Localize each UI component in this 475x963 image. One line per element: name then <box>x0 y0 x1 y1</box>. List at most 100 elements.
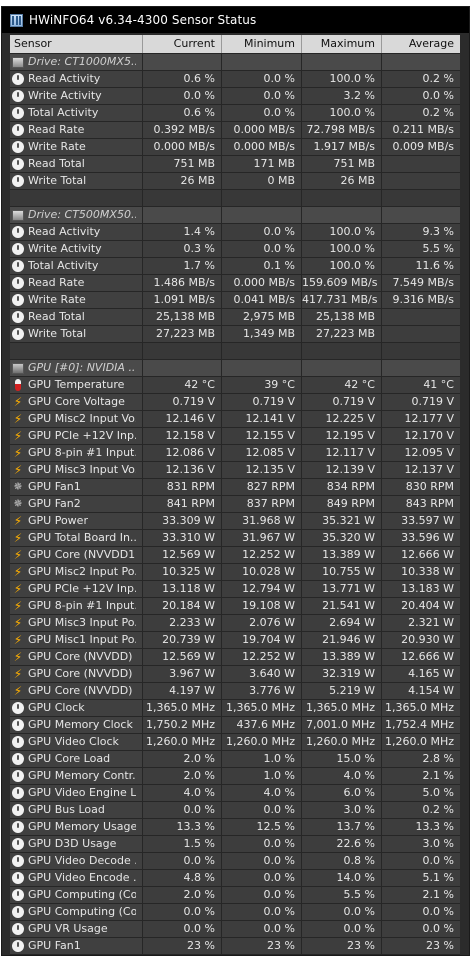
maximum-value: 35.321 W <box>301 513 381 529</box>
table-row[interactable]: GPU Video Encode ... 4.8 % 0.0 % 14.0 % 5.1 … <box>10 870 460 887</box>
average-value: 0.2 % <box>381 71 460 87</box>
column-header-current[interactable]: Current <box>142 35 221 53</box>
bolt-icon: ⚡ <box>13 667 23 681</box>
table-row[interactable]: ⚡ GPU Misc3 Input Po... 2.233 W 2.076 W 2.69… <box>10 615 460 632</box>
maximum-value: 3.2 % <box>301 88 381 104</box>
current-value <box>142 207 221 223</box>
table-row[interactable]: Write Total 27,223 MB 1,349 MB 27,223 MB <box>10 326 460 343</box>
table-row[interactable]: ⚡ GPU PCIe +12V Inp... 13.118 W 12.794 W 13.… <box>10 581 460 598</box>
sensor-label: GPU Core (NVVDD) ... <box>28 684 136 697</box>
table-row[interactable]: ⚡ GPU 8-pin #1 Input... 12.086 V 12.085 V 12… <box>10 445 460 462</box>
current-value: 20.184 W <box>142 598 221 614</box>
table-row[interactable]: GPU Video Decode ... 0.0 % 0.0 % 0.8 % 0.0 % <box>10 853 460 870</box>
table-row[interactable]: ⚡ GPU PCIe +12V Inp... 12.158 V 12.155 V 12.… <box>10 428 460 445</box>
table-row[interactable]: ⚡ GPU Core (NVVDD) ... 4.197 W 3.776 W 5.219… <box>10 683 460 700</box>
sensor-cell: Read Total <box>10 309 142 325</box>
minimum-value: 1.0 % <box>221 768 301 784</box>
column-header-sensor[interactable]: Sensor <box>10 35 142 53</box>
table-row[interactable]: Read Rate 0.392 MB/s 0.000 MB/s 72.798 MB/s… <box>10 122 460 139</box>
sensor-label: GPU Total Board In... <box>28 531 136 544</box>
sensor-cell: GPU Memory Clock <box>10 717 142 733</box>
table-row[interactable]: ⚡ GPU Misc3 Input Vo... 12.136 V 12.135 V 12… <box>10 462 460 479</box>
maximum-value: 1,260.0 MHz <box>301 734 381 750</box>
average-value: 2.321 W <box>381 615 460 631</box>
average-value: 0.719 V <box>381 394 460 410</box>
sensor-group-row[interactable]: Drive: CT1000MX5... <box>10 54 460 71</box>
average-value: 0.009 MB/s <box>381 139 460 155</box>
table-row[interactable]: GPU Clock 1,365.0 MHz 1,365.0 MHz 1,365.0 M… <box>10 700 460 717</box>
clock-icon <box>12 277 24 289</box>
sensor-label: Total Activity <box>28 259 99 272</box>
average-value: 843 RPM <box>381 496 460 512</box>
table-row[interactable]: Read Total 25,138 MB 2,975 MB 25,138 MB <box>10 309 460 326</box>
table-row[interactable]: ⚡ GPU Core (NVVDD) ... 12.569 W 12.252 W 13.… <box>10 649 460 666</box>
sensor-group-row[interactable]: Drive: CT500MX50... <box>10 207 460 224</box>
table-row[interactable]: GPU Memory Contr... 2.0 % 1.0 % 4.0 % 2.1 % <box>10 768 460 785</box>
table-row[interactable]: ⚡ GPU Core (NVVDD) ... 3.967 W 3.640 W 32.31… <box>10 666 460 683</box>
table-row[interactable]: GPU Video Clock 1,260.0 MHz 1,260.0 MHz 1,2… <box>10 734 460 751</box>
table-row[interactable]: GPU Core Load 2.0 % 1.0 % 15.0 % 2.8 % <box>10 751 460 768</box>
clock-icon <box>12 158 24 170</box>
sensor-label: Read Total <box>28 157 85 170</box>
clock-icon <box>12 804 24 816</box>
table-row[interactable]: ⚡ GPU Misc1 Input Po... 20.739 W 19.704 W 21… <box>10 632 460 649</box>
table-row[interactable]: GPU Memory Usage 13.3 % 12.5 % 13.7 % 13.3 % <box>10 819 460 836</box>
sensor-cell: Read Activity <box>10 71 142 87</box>
table-row[interactable]: ⚡ GPU Power 33.309 W 31.968 W 35.321 W 33.597… <box>10 513 460 530</box>
minimum-value <box>221 190 301 206</box>
table-row[interactable]: ⚡ GPU Total Board In... 33.310 W 31.967 W 35… <box>10 530 460 547</box>
table-row[interactable]: Read Total 751 MB 171 MB 751 MB <box>10 156 460 173</box>
table-row[interactable]: GPU D3D Usage 1.5 % 0.0 % 22.6 % 3.0 % <box>10 836 460 853</box>
table-row[interactable]: ⚡ GPU 8-pin #1 Input... 20.184 W 19.108 W 21… <box>10 598 460 615</box>
table-row[interactable]: GPU Fan1 23 % 23 % 23 % 23 % <box>10 938 460 955</box>
table-row[interactable]: GPU Memory Clock 1,750.2 MHz 437.6 MHz 7,00… <box>10 717 460 734</box>
table-row[interactable]: Write Rate 0.000 MB/s 0.000 MB/s 1.917 MB/s… <box>10 139 460 156</box>
table-row[interactable]: ✵ GPU Fan1 831 RPM 827 RPM 834 RPM 830 RPM <box>10 479 460 496</box>
table-row[interactable]: GPU Bus Load 0.0 % 0.0 % 3.0 % 0.2 % <box>10 802 460 819</box>
current-value: 26 MB <box>142 173 221 189</box>
maximum-value: 0.8 % <box>301 853 381 869</box>
table-row[interactable]: Read Rate 1.486 MB/s 0.000 MB/s 159.609 MB/… <box>10 275 460 292</box>
sensor-label: GPU Temperature <box>28 378 125 391</box>
average-value: 33.597 W <box>381 513 460 529</box>
table-row[interactable]: Write Activity 0.3 % 0.0 % 100.0 % 5.5 % <box>10 241 460 258</box>
table-row[interactable]: GPU Temperature 42 °C 39 °C 42 °C 41 °C <box>10 377 460 394</box>
table-row[interactable]: Read Activity 1.4 % 0.0 % 100.0 % 9.3 % <box>10 224 460 241</box>
title-bar[interactable]: HWiNFO64 v6.34-4300 Sensor Status <box>2 7 469 33</box>
average-value: 0.2 % <box>381 105 460 121</box>
column-header-minimum[interactable]: Minimum <box>221 35 301 53</box>
drive-icon <box>12 56 24 68</box>
table-row[interactable]: ⚡ GPU Core (NVVDD1... 12.569 W 12.252 W 13.3… <box>10 547 460 564</box>
maximum-value: 21.541 W <box>301 598 381 614</box>
minimum-value: 0.719 V <box>221 394 301 410</box>
column-header-maximum[interactable]: Maximum <box>301 35 381 53</box>
sensor-cell: GPU Memory Usage <box>10 819 142 835</box>
table-row[interactable]: GPU Video Engine L... 4.0 % 4.0 % 6.0 % 5.0 … <box>10 785 460 802</box>
table-row[interactable]: Total Activity 0.6 % 0.0 % 100.0 % 0.2 % <box>10 105 460 122</box>
table-row[interactable]: Write Total 26 MB 0 MB 26 MB <box>10 173 460 190</box>
table-row[interactable]: GPU Computing (Co... 0.0 % 0.0 % 0.0 % 0.0 % <box>10 904 460 921</box>
minimum-value: 1,349 MB <box>221 326 301 342</box>
table-row[interactable]: Write Rate 1.091 MB/s 0.041 MB/s 417.731 MB… <box>10 292 460 309</box>
current-value: 1,260.0 MHz <box>142 734 221 750</box>
table-row[interactable]: ⚡ GPU Misc2 Input Po... 10.325 W 10.028 W 10… <box>10 564 460 581</box>
sensor-group-row[interactable]: GPU [#0]: NVIDIA ... <box>10 360 460 377</box>
minimum-value: 837 RPM <box>221 496 301 512</box>
table-row[interactable]: ⚡ GPU Core Voltage 0.719 V 0.719 V 0.719 V 0.… <box>10 394 460 411</box>
current-value <box>142 54 221 70</box>
table-row[interactable]: GPU Computing (Co... 2.0 % 0.0 % 5.5 % 2.1 % <box>10 887 460 904</box>
minimum-value: 0.000 MB/s <box>221 139 301 155</box>
maximum-value: 100.0 % <box>301 71 381 87</box>
table-row[interactable]: Read Activity 0.6 % 0.0 % 100.0 % 0.2 % <box>10 71 460 88</box>
table-row[interactable]: Write Activity 0.0 % 0.0 % 3.2 % 0.0 % <box>10 88 460 105</box>
table-row[interactable]: Total Activity 1.7 % 0.1 % 100.0 % 11.6 % <box>10 258 460 275</box>
sensor-cell: ⚡ GPU Misc3 Input Po... <box>10 615 142 631</box>
table-row[interactable]: ⚡ GPU Misc2 Input Vo... 12.146 V 12.141 V 12… <box>10 411 460 428</box>
table-row[interactable]: ✵ GPU Fan2 841 RPM 837 RPM 849 RPM 843 RPM <box>10 496 460 513</box>
table-row[interactable]: GPU VR Usage 0.0 % 0.0 % 0.0 % 0.0 % <box>10 921 460 938</box>
column-header-average[interactable]: Average <box>381 35 460 53</box>
sensor-cell: GPU Clock <box>10 700 142 716</box>
sensor-cell: ⚡ GPU 8-pin #1 Input... <box>10 598 142 614</box>
maximum-value: 0.0 % <box>301 904 381 920</box>
sensor-cell: Write Total <box>10 173 142 189</box>
